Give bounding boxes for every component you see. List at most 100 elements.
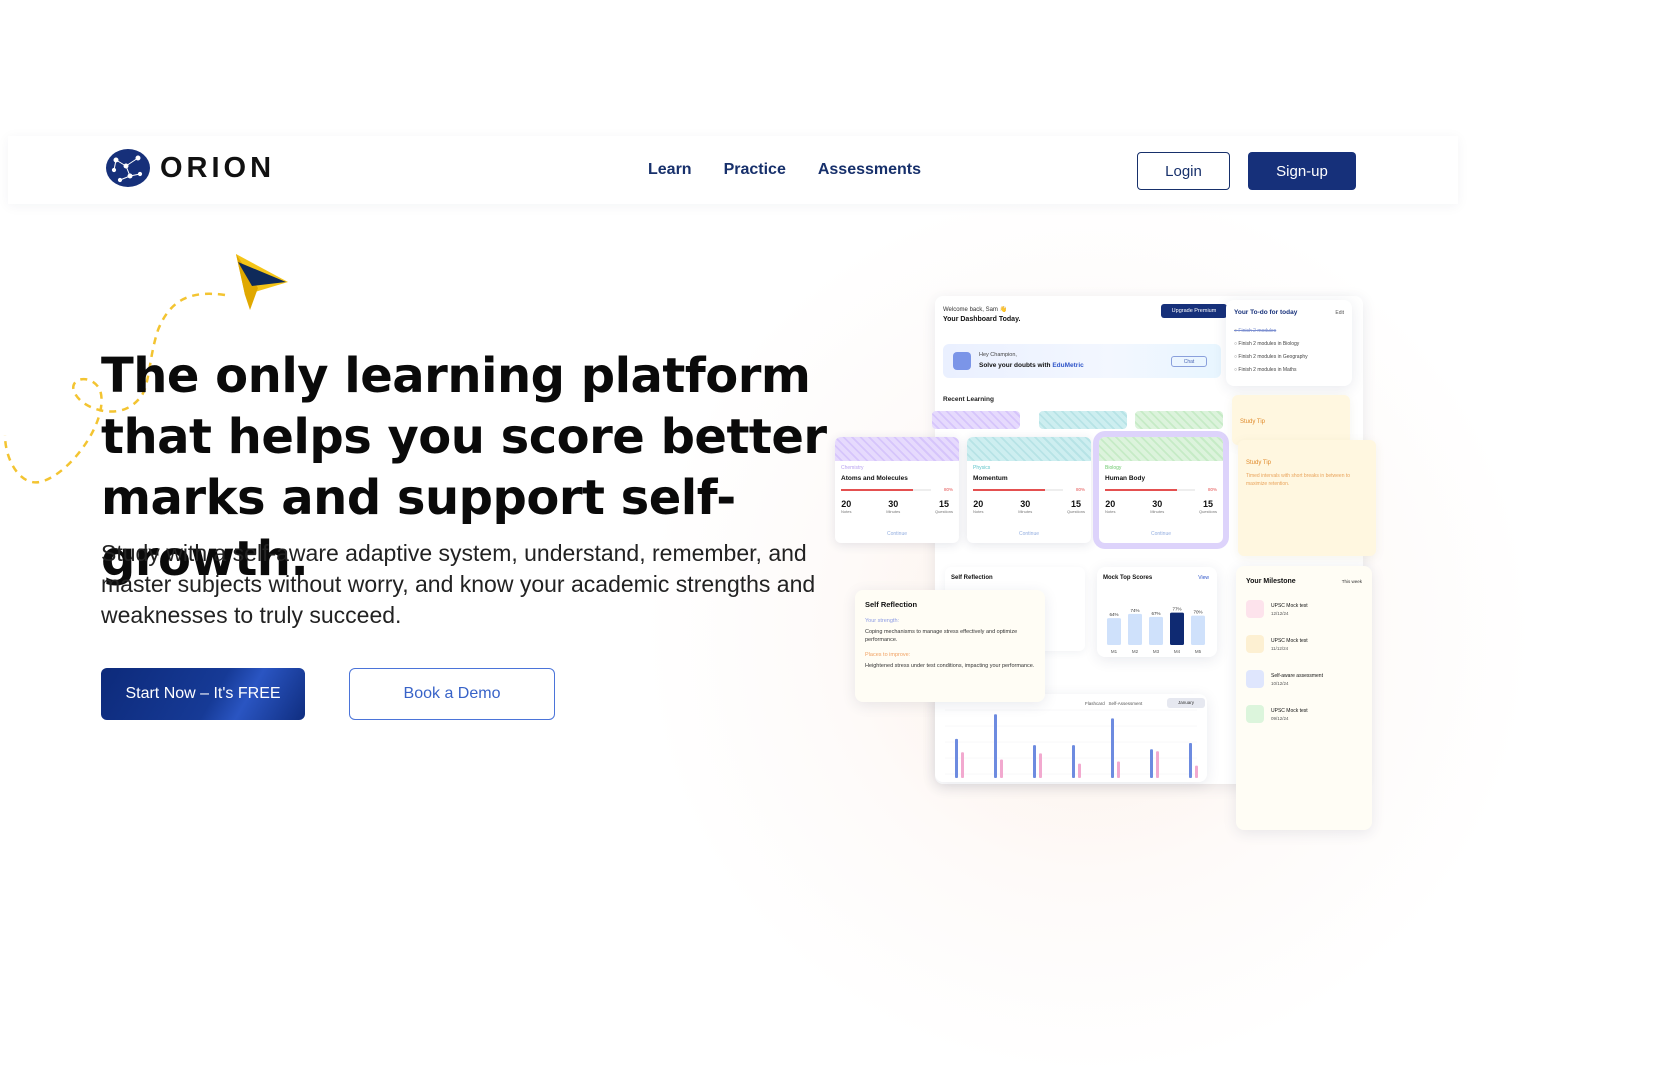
- activity-chart: [945, 709, 1198, 778]
- chat-button[interactable]: Chat: [1171, 356, 1207, 367]
- progress-percent: 80%: [1075, 487, 1085, 492]
- course-category: Chemistry: [841, 465, 864, 471]
- score-bar: [1149, 616, 1163, 645]
- calendar-icon: [1246, 600, 1264, 618]
- stat-minutes: 30 Minutes: [886, 499, 901, 514]
- activity-bar: [1078, 763, 1081, 778]
- course-stats: 20 Notes 30 Minutes 15 Questions: [1105, 499, 1217, 514]
- course-pattern-bg: [1039, 411, 1127, 429]
- activity-bar: [955, 738, 958, 778]
- dashboard-title: Your Dashboard Today.: [943, 316, 1021, 323]
- signup-button[interactable]: Sign-up: [1248, 152, 1356, 190]
- progress-percent: 80%: [1207, 487, 1217, 492]
- stat-questions: 15 Questions: [1198, 499, 1217, 514]
- todo-item[interactable]: Finish 2 modules in Geography: [1234, 354, 1307, 360]
- course-name: Human Body: [1105, 475, 1146, 482]
- stat-questions: 15 Questions: [934, 499, 953, 514]
- course-card-physics[interactable]: Physics Momentum 80% 20 Notes 30 Minutes 1…: [967, 437, 1091, 543]
- welcome-text: Welcome back, Sam 👋: [943, 307, 1008, 313]
- check-icon: [1246, 705, 1264, 723]
- score-category-label: M1: [1111, 649, 1118, 654]
- self-reflection-title: Self Reflection: [951, 575, 993, 581]
- score-value-label: 64%: [1109, 612, 1118, 617]
- score-category-label: M3: [1153, 649, 1160, 654]
- course-pattern: [835, 437, 959, 461]
- nav-assessments[interactable]: Assessments: [818, 161, 921, 179]
- activity-bar: [1072, 745, 1075, 778]
- book-demo-button[interactable]: Book a Demo: [349, 668, 555, 720]
- study-tip-card-back: Study Tip: [1232, 395, 1350, 445]
- legend-self-assessment: Self-Assessment: [1108, 701, 1143, 706]
- login-button[interactable]: Login: [1137, 152, 1230, 190]
- self-reflection-card: Self Reflection Your strength: Coping me…: [855, 590, 1045, 702]
- legend-flashcard: Flashcard: [1085, 701, 1105, 706]
- continue-link[interactable]: Continue: [835, 531, 959, 537]
- brand-logo[interactable]: ORION: [106, 148, 275, 188]
- milestone-item[interactable]: UPSC Mock test 12/12/24: [1246, 600, 1308, 618]
- stat-notes: 20 Notes: [973, 499, 984, 514]
- month-select[interactable]: January: [1167, 698, 1205, 708]
- course-pattern: [1099, 437, 1223, 461]
- study-tip-card: Study Tip Timed intervals with short bre…: [1238, 440, 1376, 556]
- course-stats: 20 Notes 30 Minutes 15 Questions: [973, 499, 1085, 514]
- stat-questions: 15 Questions: [1066, 499, 1085, 514]
- hero-subtitle: Study with a self-aware adaptive system,…: [101, 540, 816, 628]
- milestone-title: Your Milestone: [1246, 578, 1296, 585]
- target-icon: [1246, 670, 1264, 688]
- continue-link[interactable]: Continue: [1099, 531, 1223, 537]
- self-reflection-title: Self Reflection: [865, 600, 918, 609]
- score-value-label: 67%: [1151, 611, 1160, 616]
- stat-minutes: 30 Minutes: [1150, 499, 1165, 514]
- doubt-message: Solve your doubts with EduMetric: [979, 362, 1084, 369]
- calendar-icon: [1246, 635, 1264, 653]
- course-name: Momentum: [973, 475, 1008, 482]
- course-category: Physics: [973, 465, 991, 471]
- activity-bar: [1111, 718, 1114, 778]
- nav-practice[interactable]: Practice: [724, 161, 786, 179]
- sparkle-icon: [953, 352, 971, 370]
- todo-item[interactable]: Finish 2 modules in Maths: [1234, 367, 1296, 373]
- todo-title: Your To-do for today: [1234, 309, 1298, 316]
- activity-bar: [994, 714, 997, 778]
- activity-bar: [1000, 759, 1003, 778]
- activity-bar: [1189, 743, 1192, 778]
- start-now-button[interactable]: Start Now – It's FREE: [101, 668, 305, 720]
- todo-item[interactable]: Finish 2 modules in Biology: [1234, 341, 1299, 347]
- progress-percent: 80%: [943, 487, 953, 492]
- mock-scores-panel: Mock Top Scores View 64% M1 74% M2 67% M3 77% M…: [1097, 567, 1217, 657]
- brand-name: ORION: [160, 151, 276, 184]
- score-value-label: 74%: [1130, 608, 1139, 613]
- strength-text: Coping mechanisms to manage stress effec…: [865, 629, 1018, 643]
- milestone-item[interactable]: UPSC Mock test 11/12/24: [1246, 635, 1308, 653]
- activity-panel: [935, 694, 1207, 782]
- course-category: Biology: [1105, 465, 1122, 471]
- course-card-chemistry[interactable]: Chemistry Atoms and Molecules 80% 20 Note…: [835, 437, 959, 543]
- activity-bar: [1195, 765, 1198, 778]
- progress-bar: [1105, 489, 1195, 491]
- upgrade-premium-button[interactable]: Upgrade Premium: [1161, 304, 1227, 318]
- mock-scores-chart: 64% M1 74% M2 67% M3 77% M4 70% M5: [1107, 607, 1205, 654]
- study-tip-title: Study Tip: [1240, 419, 1266, 425]
- score-category-label: M2: [1132, 649, 1139, 654]
- nav-learn[interactable]: Learn: [648, 161, 692, 179]
- improve-label: Places to improve:: [865, 652, 911, 658]
- score-bar: [1107, 618, 1121, 645]
- course-stats: 20 Notes 30 Minutes 15 Questions: [841, 499, 953, 514]
- score-bar: [1191, 615, 1205, 645]
- stat-minutes: 30 Minutes: [1018, 499, 1033, 514]
- stat-notes: 20 Notes: [1105, 499, 1116, 514]
- strength-label: Your strength:: [865, 618, 900, 624]
- score-category-label: M5: [1195, 649, 1202, 654]
- doubt-greeting: Hey Champion,: [979, 352, 1017, 358]
- stat-notes: 20 Notes: [841, 499, 852, 514]
- milestone-item[interactable]: Self-aware assessment 10/12/24: [1246, 670, 1323, 688]
- main-nav: Learn Practice Assessments: [648, 161, 921, 179]
- continue-link[interactable]: Continue: [967, 531, 1091, 537]
- todo-item[interactable]: Finish 2 modules: [1234, 328, 1276, 334]
- progress-bar: [841, 489, 931, 491]
- course-card-biology[interactable]: Biology Human Body 80% 20 Notes 30 Minutes…: [1099, 437, 1223, 543]
- todo-edit-button[interactable]: Edit: [1335, 310, 1344, 316]
- milestone-item[interactable]: UPSC Mock test 09/12/24: [1246, 705, 1308, 723]
- doubt-banner: Hey Champion, Solve your doubts with Edu…: [943, 344, 1221, 378]
- activity-bar: [1039, 753, 1042, 778]
